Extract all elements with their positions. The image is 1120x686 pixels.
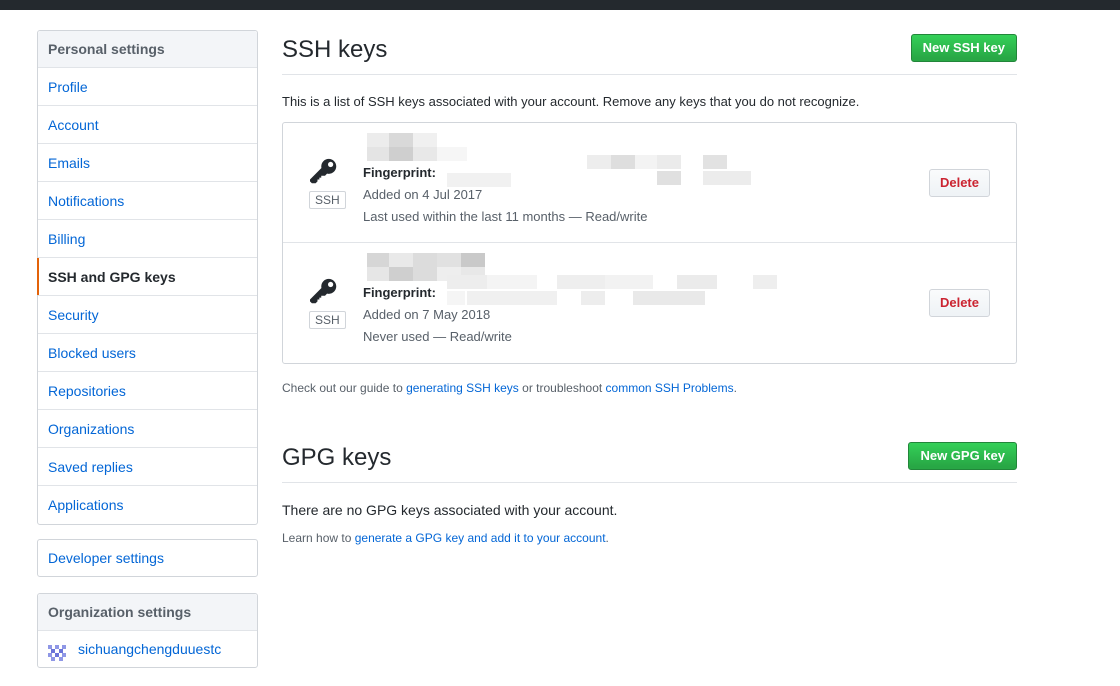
sidebar-item-developer-settings[interactable]: Developer settings [38, 540, 257, 576]
fingerprint-label: Fingerprint: [363, 165, 436, 180]
org-avatar-icon [48, 640, 66, 663]
gpg-learn-note: Learn how to generate a GPG key and add … [282, 531, 609, 545]
ssh-key-row: SSH Fingerprint: Added on 4 Jul 2017 Las… [283, 123, 1016, 243]
gpg-keys-title: GPG keys [282, 444, 392, 471]
delete-ssh-key-button[interactable]: Delete [928, 289, 990, 317]
new-ssh-key-button[interactable]: New SSH key [910, 34, 1017, 62]
key-last-used: Never used — Read/write [363, 329, 512, 344]
ssh-guide-suffix: . [733, 381, 737, 395]
developer-settings-menu: Developer settings [37, 539, 258, 577]
personal-settings-heading: Personal settings [38, 31, 257, 68]
personal-settings-menu: Personal settings Profile Account Emails… [37, 30, 258, 525]
sidebar-item-organizations[interactable]: Organizations [38, 410, 257, 448]
ssh-keys-header: SSH keys New SSH key [282, 30, 1017, 75]
ssh-type-label: SSH [309, 311, 346, 329]
gpg-learn-prefix: Learn how to [282, 531, 355, 545]
sidebar-item-notifications[interactable]: Notifications [38, 182, 257, 220]
key-added-date: Added on 7 May 2018 [363, 307, 491, 322]
ssh-guide-prefix: Check out our guide to [282, 381, 407, 395]
delete-ssh-key-button[interactable]: Delete [928, 169, 990, 197]
ssh-key-list: SSH Fingerprint: Added on 4 Jul 2017 Las… [282, 122, 1017, 364]
fingerprint-label: Fingerprint: [363, 285, 436, 300]
common-ssh-problems-link[interactable]: common SSH Problems [606, 381, 734, 395]
sidebar-item-account[interactable]: Account [38, 106, 257, 144]
ssh-key-row: SSH Fingerprint: Added on 7 May 2018 Nev… [283, 243, 1016, 363]
sidebar-item-blocked-users[interactable]: Blocked users [38, 334, 257, 372]
gpg-keys-header: GPG keys New GPG key [282, 438, 1017, 483]
sidebar-item-applications[interactable]: Applications [38, 486, 257, 524]
org-name-link: sichuangchengduuestc [78, 641, 222, 657]
organization-settings-menu: Organization settings sichuangchengduues… [37, 593, 258, 668]
sidebar-item-repositories[interactable]: Repositories [38, 372, 257, 410]
key-icon [310, 278, 337, 304]
sidebar-item-billing[interactable]: Billing [38, 220, 257, 258]
gpg-learn-suffix: . [605, 531, 609, 545]
key-last-used: Last used within the last 11 months — Re… [363, 209, 648, 224]
sidebar-item-ssh-gpg-keys[interactable]: SSH and GPG keys [37, 258, 257, 296]
ssh-guide-middle: or troubleshoot [518, 381, 606, 395]
new-gpg-key-button[interactable]: New GPG key [908, 442, 1017, 470]
ssh-key-icon-group: SSH [309, 157, 346, 209]
generating-ssh-keys-link[interactable]: generating SSH keys [406, 381, 519, 395]
ssh-keys-description: This is a list of SSH keys associated wi… [282, 94, 860, 109]
sidebar-item-profile[interactable]: Profile [38, 68, 257, 106]
sidebar-item-organization[interactable]: sichuangchengduuestc [38, 631, 257, 667]
generate-gpg-key-link[interactable]: generate a GPG key and add it to your ac… [355, 531, 606, 545]
ssh-type-label: SSH [309, 191, 346, 209]
sidebar-item-emails[interactable]: Emails [38, 144, 257, 182]
ssh-keys-title: SSH keys [282, 36, 388, 63]
ssh-guide-note: Check out our guide to generating SSH ke… [282, 381, 737, 395]
gpg-keys-empty-message: There are no GPG keys associated with yo… [282, 502, 618, 518]
sidebar-item-saved-replies[interactable]: Saved replies [38, 448, 257, 486]
fingerprint-redacted [447, 153, 757, 187]
organization-settings-heading: Organization settings [38, 594, 257, 631]
sidebar-item-security[interactable]: Security [38, 296, 257, 334]
key-icon [310, 158, 337, 184]
key-added-date: Added on 4 Jul 2017 [363, 187, 483, 202]
fingerprint-redacted [447, 273, 777, 307]
top-header-bar [0, 0, 1120, 10]
ssh-key-icon-group: SSH [309, 277, 346, 329]
